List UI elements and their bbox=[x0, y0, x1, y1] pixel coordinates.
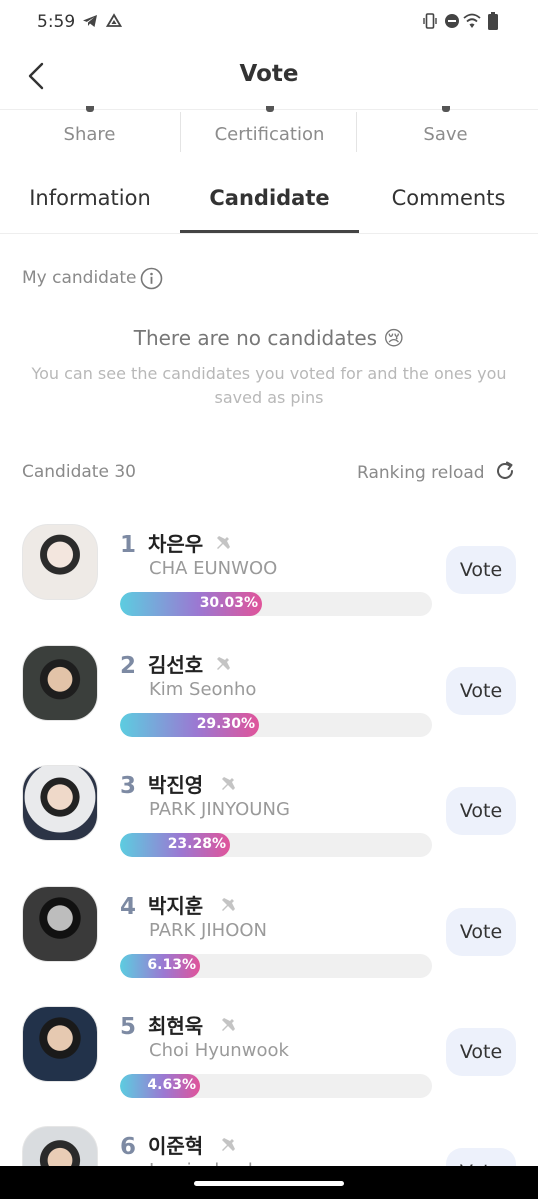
refresh-icon bbox=[494, 460, 516, 486]
list-item: 4 박지훈 PARK JIHOON 6.13% Vote bbox=[0, 882, 538, 1002]
action-row: Share Certification Save bbox=[0, 106, 538, 154]
list-item: 3 박진영 PARK JINYOUNG 23.28% Vote bbox=[0, 761, 538, 881]
certification-button[interactable]: Certification bbox=[180, 106, 359, 154]
vote-button[interactable]: Vote bbox=[446, 787, 516, 835]
battery-icon bbox=[487, 12, 499, 35]
save-label: Save bbox=[423, 124, 468, 145]
pin-icon[interactable] bbox=[219, 892, 241, 918]
candidate-name-korean: 박진영 bbox=[148, 773, 204, 797]
vote-percentage-bar: 30.03% bbox=[120, 592, 432, 616]
list-item: 1 차은우 CHA EUNWOO 30.03% Vote bbox=[0, 520, 538, 640]
candidate-name-english: CHA EUNWOO bbox=[149, 558, 278, 579]
home-gesture-handle[interactable] bbox=[194, 1181, 344, 1186]
certification-icon bbox=[265, 106, 274, 112]
vote-percentage-fill: 23.28% bbox=[120, 833, 230, 857]
active-tab-indicator bbox=[180, 230, 359, 233]
save-button[interactable]: Save bbox=[356, 106, 535, 154]
ranking-reload-label: Ranking reload bbox=[357, 463, 485, 483]
info-icon[interactable] bbox=[140, 267, 163, 294]
rank-number: 3 bbox=[120, 773, 137, 799]
pin-icon[interactable] bbox=[214, 530, 236, 556]
navigation-bar bbox=[0, 1166, 538, 1199]
tab-bar: Information Candidate Comments bbox=[0, 168, 538, 234]
rank-number: 6 bbox=[120, 1134, 137, 1160]
vote-percentage-label: 6.13% bbox=[147, 957, 196, 973]
rank-number: 5 bbox=[120, 1014, 137, 1040]
vote-button[interactable]: Vote bbox=[446, 546, 516, 594]
candidate-name-english: Choi Hyunwook bbox=[149, 1040, 289, 1061]
wifi-icon bbox=[463, 12, 481, 34]
vote-percentage-label: 29.30% bbox=[196, 716, 255, 732]
rank-number: 2 bbox=[120, 653, 137, 679]
my-candidate-label: My candidate bbox=[22, 268, 137, 288]
status-time: 5:59 bbox=[37, 12, 76, 32]
candidate-name-korean: 김선호 bbox=[148, 653, 204, 677]
app-header: Vote bbox=[0, 44, 538, 110]
candidate-name-korean: 이준혁 bbox=[148, 1134, 204, 1158]
candidate-count: Candidate 30 bbox=[22, 462, 136, 482]
avatar bbox=[22, 765, 98, 841]
candidate-name-korean: 박지훈 bbox=[148, 894, 204, 918]
avatar bbox=[22, 524, 98, 600]
tab-information[interactable]: Information bbox=[0, 168, 180, 234]
vote-button[interactable]: Vote bbox=[446, 1028, 516, 1076]
vote-percentage-bar: 4.63% bbox=[120, 1074, 432, 1098]
tab-comments[interactable]: Comments bbox=[359, 168, 538, 234]
empty-candidates-title: There are no candidates 😢 bbox=[133, 326, 405, 350]
pin-icon[interactable] bbox=[219, 771, 241, 797]
avatar bbox=[22, 645, 98, 721]
vote-percentage-fill: 30.03% bbox=[120, 592, 262, 616]
avatar bbox=[22, 886, 98, 962]
rank-number: 4 bbox=[120, 894, 137, 920]
share-button[interactable]: Share bbox=[0, 106, 179, 154]
list-item: 2 김선호 Kim Seonho 29.30% Vote bbox=[0, 641, 538, 761]
share-icon bbox=[85, 106, 94, 112]
vote-percentage-fill: 29.30% bbox=[120, 713, 259, 737]
avatar bbox=[22, 1006, 98, 1082]
vote-percentage-fill: 4.63% bbox=[120, 1074, 200, 1098]
vote-percentage-bar: 29.30% bbox=[120, 713, 432, 737]
vote-percentage-bar: 23.28% bbox=[120, 833, 432, 857]
drive-icon bbox=[105, 13, 123, 33]
empty-candidates-description: You can see the candidates you voted for… bbox=[31, 364, 507, 407]
share-label: Share bbox=[63, 124, 116, 145]
vote-percentage-label: 23.28% bbox=[167, 836, 226, 852]
candidate-name-english: PARK JINYOUNG bbox=[149, 799, 290, 820]
status-bar: 5:59 bbox=[0, 0, 538, 44]
candidate-name-english: PARK JIHOON bbox=[149, 920, 268, 941]
do-not-disturb-icon bbox=[444, 12, 460, 34]
ranking-reload-button[interactable]: Ranking reload bbox=[357, 460, 516, 486]
pin-icon[interactable] bbox=[219, 1132, 241, 1158]
vote-percentage-label: 30.03% bbox=[199, 595, 258, 611]
list-item: 5 최현욱 Choi Hyunwook 4.63% Vote bbox=[0, 1002, 538, 1122]
tab-candidate[interactable]: Candidate bbox=[180, 168, 359, 234]
save-icon bbox=[441, 106, 450, 112]
pin-icon[interactable] bbox=[214, 651, 236, 677]
telegram-icon bbox=[82, 13, 98, 33]
vibrate-icon bbox=[422, 12, 438, 34]
vote-button[interactable]: Vote bbox=[446, 908, 516, 956]
vote-percentage-label: 4.63% bbox=[147, 1077, 196, 1093]
vote-percentage-fill: 6.13% bbox=[120, 954, 200, 978]
vote-button[interactable]: Vote bbox=[446, 667, 516, 715]
certification-label: Certification bbox=[214, 124, 325, 145]
page-title: Vote bbox=[239, 61, 299, 87]
rank-number: 1 bbox=[120, 532, 137, 558]
vote-percentage-bar: 6.13% bbox=[120, 954, 432, 978]
candidate-name-korean: 최현욱 bbox=[148, 1014, 204, 1038]
pin-icon[interactable] bbox=[219, 1012, 241, 1038]
candidate-name-korean: 차은우 bbox=[148, 532, 204, 556]
candidate-name-english: Kim Seonho bbox=[149, 679, 257, 700]
